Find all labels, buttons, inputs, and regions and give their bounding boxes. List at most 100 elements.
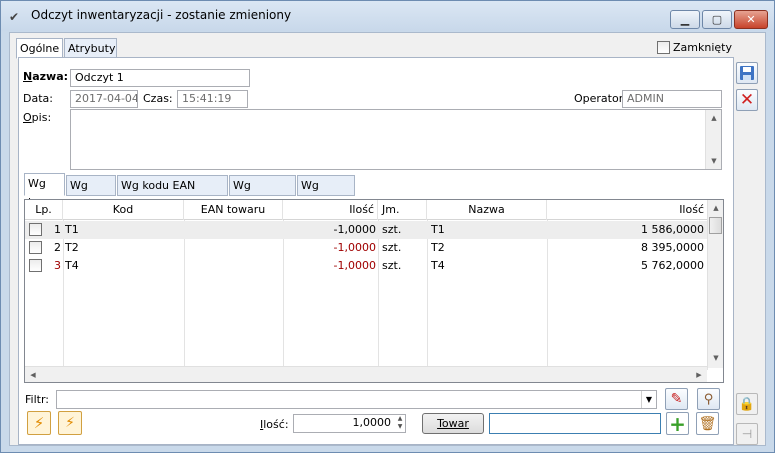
quick-action-zero-button[interactable]: ⚡ — [58, 411, 82, 435]
col-nazwa[interactable]: Nazwa — [427, 200, 547, 220]
col-ilosc[interactable]: Ilość — [283, 200, 378, 220]
add-button[interactable]: + — [666, 412, 689, 435]
sort-tab-ean[interactable]: Wg kodu EAN towaru — [117, 175, 228, 211]
maximize-button[interactable]: ▢ — [702, 10, 732, 29]
filter-dropdown-icon[interactable]: ▼ — [641, 391, 656, 408]
window-title: Odczyt inwentaryzacji - zostanie zmienio… — [31, 8, 292, 22]
scroll-right-icon[interactable]: ▶ — [691, 367, 707, 382]
scroll-down-icon[interactable]: ▼ — [706, 153, 722, 169]
cell-jm: szt. — [382, 241, 402, 254]
scroll-down-icon[interactable]: ▼ — [708, 350, 723, 366]
row-checkbox[interactable] — [29, 259, 42, 272]
cell-nazwa: T4 — [431, 259, 445, 272]
filter-tools-icon: ⚲ — [703, 391, 714, 407]
lightning-zero-icon: ⚡ — [65, 415, 75, 431]
scroll-left-icon[interactable]: ◀ — [25, 367, 41, 382]
cell-lp: 2 — [54, 241, 61, 254]
pin-icon: ⊣ — [741, 427, 753, 441]
col-ilosc-2[interactable]: Ilość — [547, 200, 707, 220]
trash-icon: 🗑 — [698, 415, 717, 432]
time-label: Czas: — [143, 92, 173, 105]
minimize-button[interactable]: ▁ — [670, 10, 700, 29]
operator-label: Operator: — [574, 92, 627, 105]
app-icon: ✔ — [9, 10, 20, 24]
tab-atrybuty[interactable]: Atrybuty — [64, 38, 117, 59]
delete-button[interactable]: 🗑 — [696, 412, 719, 435]
cell-ean — [185, 257, 281, 275]
table-row[interactable]: 3 T4 -1,0000 szt. T4 5 762,0000 — [25, 257, 707, 275]
cell-nazwa: T2 — [431, 241, 445, 254]
description-label: Opis: — [23, 111, 52, 124]
cell-ean — [185, 221, 281, 239]
date-field[interactable]: 2017-04-04 — [70, 90, 138, 108]
quick-action-button[interactable]: ⚡ — [27, 411, 51, 435]
close-icon: ✕ — [746, 13, 756, 26]
description-scrollbar[interactable]: ▲ ▼ — [705, 110, 721, 169]
sort-tab-kod[interactable]: Wg kodu — [66, 175, 116, 211]
col-ean[interactable]: EAN towaru — [184, 200, 283, 220]
add-icon: + — [669, 411, 686, 436]
col-lp[interactable]: Lp. — [25, 200, 63, 220]
towar-button-label: Towar — [437, 417, 469, 430]
table-row[interactable]: 1 T1 -1,0000 szt. T1 1 586,0000 — [25, 221, 707, 239]
cancel-button[interactable]: ✕ — [736, 89, 758, 111]
closed-label: Zamknięty — [673, 41, 732, 54]
time-field[interactable]: 15:41:19 — [177, 90, 248, 108]
lightning-icon: ⚡ — [33, 414, 45, 432]
cell-ilosc: -1,0000 — [333, 223, 376, 236]
table-vscrollbar[interactable]: ▲ ▼ — [707, 200, 723, 368]
sort-tab-lp[interactable]: Wg lp. — [24, 173, 65, 209]
table-hscrollbar[interactable]: ◀ ▶ — [25, 366, 707, 382]
col-jm[interactable]: Jm. — [378, 200, 427, 220]
cell-ilosc-2: 8 395,0000 — [641, 241, 704, 254]
quantity-stepper[interactable]: ▲ ▼ — [395, 415, 405, 432]
name-input[interactable]: Odczyt 1 — [70, 69, 250, 87]
title-bar: ✔ Odczyt inwentaryzacji - zostanie zmien… — [1, 1, 774, 31]
closed-checkbox[interactable] — [657, 41, 670, 54]
sort-tab-symbol[interactable]: Wg symbolu — [229, 175, 296, 211]
cell-ilosc-2: 1 586,0000 — [641, 223, 704, 236]
filter-input[interactable] — [56, 390, 657, 409]
maximize-icon: ▢ — [711, 13, 723, 26]
cell-ilosc-2: 5 762,0000 — [641, 259, 704, 272]
towar-button[interactable]: Towar — [422, 413, 484, 434]
clear-filter-button[interactable]: ✎ — [665, 388, 688, 410]
tab-label: Ogólne — [20, 42, 60, 55]
cell-kod: T1 — [65, 223, 79, 236]
items-table: Lp. Kod EAN towaru Ilość Jm. Nazwa Ilość… — [24, 199, 724, 383]
tab-ogolne[interactable]: Ogólne — [16, 38, 63, 59]
description-textarea[interactable] — [70, 109, 722, 170]
cell-kod: T2 — [65, 241, 79, 254]
table-row[interactable]: 2 T2 -1,0000 szt. T2 8 395,0000 — [25, 239, 707, 257]
cancel-icon: ✕ — [739, 89, 755, 110]
operator-field[interactable]: ADMIN — [622, 90, 722, 108]
quantity-input[interactable]: 1,0000 — [293, 414, 406, 433]
lock-icon: 🔒 — [738, 396, 756, 412]
row-checkbox[interactable] — [29, 241, 42, 254]
cell-lp: 3 — [54, 259, 61, 272]
filter-constructor-button[interactable]: ⚲ — [697, 388, 720, 410]
cell-lp: 1 — [54, 223, 61, 236]
save-icon — [740, 66, 754, 80]
name-label: Nazwa: — [23, 70, 69, 83]
clear-filter-icon: ✎ — [670, 391, 683, 407]
lock-button[interactable]: 🔒 — [736, 393, 758, 415]
col-kod[interactable]: Kod — [63, 200, 184, 220]
cell-ilosc: -1,0000 — [333, 259, 376, 272]
cell-ean — [185, 239, 281, 257]
cell-kod: T4 — [65, 259, 79, 272]
close-button[interactable]: ✕ — [734, 10, 768, 29]
cell-jm: szt. — [382, 259, 402, 272]
pin-button[interactable]: ⊣ — [736, 423, 758, 445]
cell-jm: szt. — [382, 223, 402, 236]
save-button[interactable] — [736, 62, 758, 84]
towar-input[interactable] — [489, 413, 661, 434]
scroll-thumb[interactable] — [709, 217, 722, 234]
sort-tab-nazwa[interactable]: Wg nazwy — [297, 175, 355, 211]
quantity-label: Ilość: — [260, 418, 289, 431]
scroll-up-icon[interactable]: ▲ — [708, 200, 723, 216]
scroll-up-icon[interactable]: ▲ — [706, 110, 722, 126]
row-checkbox[interactable] — [29, 223, 42, 236]
cell-ilosc: -1,0000 — [333, 241, 376, 254]
filter-label: Filtr: — [25, 393, 49, 406]
